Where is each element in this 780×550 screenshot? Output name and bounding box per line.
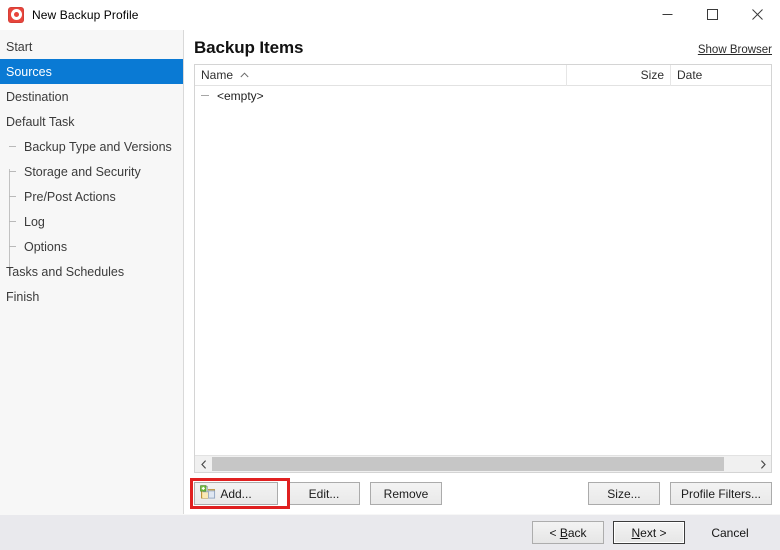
window-body: Start Sources Destination Default Task B…: [0, 29, 780, 514]
edit-button[interactable]: Edit...: [288, 482, 360, 505]
scrollbar-track[interactable]: [212, 456, 754, 472]
maximize-icon[interactable]: [690, 0, 735, 29]
scrollbar-thumb[interactable]: [212, 457, 725, 471]
column-header-size[interactable]: Size: [567, 64, 671, 86]
add-button-label: Add...: [220, 486, 252, 501]
column-header-date[interactable]: Date: [671, 65, 771, 86]
column-header-date-label: Date: [677, 68, 703, 82]
sidebar-item-label: Sources: [6, 64, 52, 79]
sidebar-item-label: Finish: [6, 289, 40, 304]
wizard-sidebar: Start Sources Destination Default Task B…: [0, 30, 184, 514]
list-item-name: <empty>: [217, 88, 264, 103]
column-header-size-label: Size: [640, 68, 664, 82]
sidebar-item-label: Options: [24, 239, 68, 254]
next-button[interactable]: Next >: [613, 521, 685, 544]
app-target-icon: [8, 6, 24, 23]
sidebar-item-label: Backup Type and Versions: [24, 139, 172, 154]
sidebar-item-finish[interactable]: Finish: [0, 284, 183, 309]
remove-button[interactable]: Remove: [370, 482, 442, 505]
column-header-name-label: Name: [201, 68, 234, 82]
back-button[interactable]: < Back: [532, 521, 604, 544]
sidebar-item-options[interactable]: Options: [0, 234, 183, 259]
column-header-name[interactable]: Name: [195, 64, 567, 86]
show-browser-link[interactable]: Show Browser: [698, 44, 772, 57]
cancel-button-label: Cancel: [711, 525, 749, 540]
sidebar-item-tasks-and-schedules[interactable]: Tasks and Schedules: [0, 259, 183, 284]
cancel-button[interactable]: Cancel: [694, 521, 766, 544]
backup-items-list: Name Size Date <empty>: [194, 64, 772, 473]
window-controls: [645, 0, 780, 29]
title-bar: New Backup Profile: [0, 0, 780, 29]
sidebar-item-default-task[interactable]: Default Task: [0, 109, 183, 134]
edit-button-label: Edit...: [308, 486, 340, 501]
sort-ascending-icon: [240, 72, 249, 78]
sidebar-item-label: Start: [6, 39, 33, 54]
sidebar-item-log[interactable]: Log: [0, 209, 183, 234]
chevron-right-icon[interactable]: [754, 456, 771, 472]
profile-filters-button-label: Profile Filters...: [680, 486, 761, 501]
sidebar-item-label: Default Task: [6, 114, 75, 129]
list-column-headers: Name Size Date: [195, 64, 771, 86]
sidebar-item-pre-post-actions[interactable]: Pre/Post Actions: [0, 184, 183, 209]
horizontal-scrollbar[interactable]: [195, 455, 771, 472]
sidebar-item-label: Destination: [6, 89, 69, 104]
size-button-label: Size...: [607, 486, 641, 501]
new-backup-profile-window: New Backup Profile Start Sources Destina…: [0, 0, 780, 550]
sidebar-item-storage-and-security[interactable]: Storage and Security: [0, 159, 183, 184]
sidebar-item-label: Log: [24, 214, 45, 229]
list-body[interactable]: <empty>: [195, 86, 771, 455]
sidebar-item-sources[interactable]: Sources: [0, 59, 183, 84]
chevron-left-icon[interactable]: [195, 456, 212, 472]
size-button[interactable]: Size...: [587, 482, 660, 505]
sidebar-item-label: Tasks and Schedules: [6, 264, 125, 279]
item-actions-toolbar: Add... Edit... Remove Size... Profile Fi…: [190, 473, 772, 514]
wizard-footer: < Back Next > Cancel: [0, 514, 780, 550]
tree-collapse-icon[interactable]: [201, 95, 214, 96]
sidebar-item-destination[interactable]: Destination: [0, 84, 183, 109]
close-icon[interactable]: [735, 0, 780, 29]
list-item[interactable]: <empty>: [195, 86, 771, 105]
back-button-label: < Back: [549, 525, 587, 540]
content-header: Backup Items Show Browser: [194, 30, 772, 64]
sidebar-item-label: Pre/Post Actions: [24, 189, 116, 204]
window-title: New Backup Profile: [32, 7, 139, 22]
minimize-icon[interactable]: [645, 0, 690, 29]
remove-button-label: Remove: [383, 486, 429, 501]
add-button[interactable]: Add...: [194, 482, 278, 505]
sidebar-item-start[interactable]: Start: [0, 34, 183, 59]
add-folder-icon: [200, 484, 216, 503]
content-pane: Backup Items Show Browser Name Size Date…: [184, 30, 780, 514]
sidebar-item-backup-type-and-versions[interactable]: Backup Type and Versions: [0, 134, 183, 159]
page-title: Backup Items: [194, 38, 304, 57]
sidebar-item-label: Storage and Security: [24, 164, 141, 179]
profile-filters-button[interactable]: Profile Filters...: [669, 482, 772, 505]
next-button-label: Next >: [631, 525, 667, 540]
